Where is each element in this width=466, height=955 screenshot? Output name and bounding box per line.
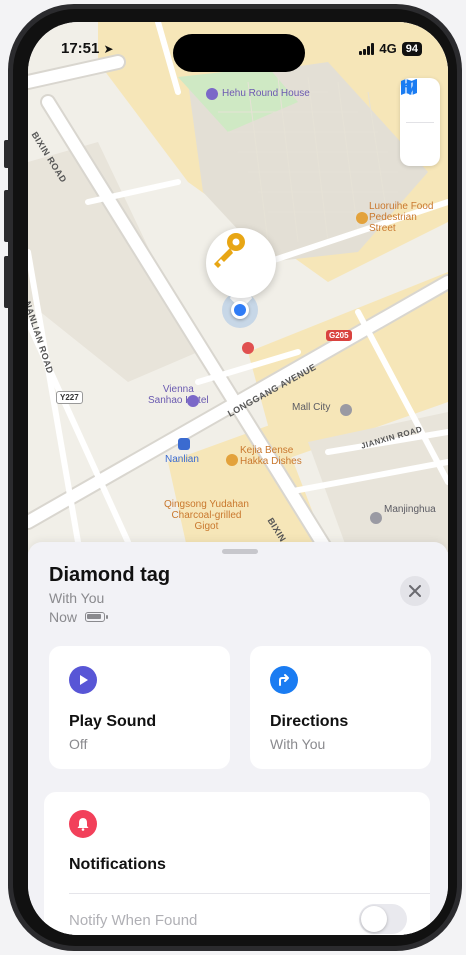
play-icon bbox=[69, 666, 97, 694]
map-controls bbox=[400, 78, 440, 166]
directions-button[interactable]: Directions With You bbox=[250, 646, 431, 769]
item-pin[interactable] bbox=[206, 228, 276, 298]
play-sound-status: Off bbox=[69, 736, 88, 752]
notifications-card: Notifications Notify When Found bbox=[44, 792, 430, 935]
volume-up-button bbox=[4, 190, 10, 242]
item-updated: Now bbox=[49, 609, 78, 625]
map-label-manjinghua[interactable]: Manjinghua bbox=[384, 504, 436, 515]
status-time: 17:51 ➤ bbox=[61, 40, 114, 57]
volume-down-button bbox=[4, 256, 10, 308]
map-view[interactable]: Hehu Round House Luoruihe Food Pedestria… bbox=[28, 22, 448, 552]
item-detail-sheet: Diamond tag With You Now Play Sound Off … bbox=[28, 542, 448, 935]
map-label-kejia[interactable]: Kejia Bense Hakka Dishes bbox=[240, 445, 302, 467]
network-type: 4G bbox=[379, 41, 397, 56]
close-button[interactable] bbox=[400, 576, 430, 606]
item-location: With You bbox=[49, 590, 105, 606]
sheet-grabber[interactable] bbox=[222, 549, 258, 554]
status-indicators: 4G 94 bbox=[359, 41, 422, 56]
dynamic-island bbox=[173, 34, 305, 72]
hotel-pin-icon[interactable] bbox=[187, 395, 199, 407]
hotel-pin-icon[interactable] bbox=[206, 88, 218, 100]
battery-level: 94 bbox=[401, 41, 422, 56]
notifications-divider bbox=[69, 893, 430, 894]
notifications-title: Notifications bbox=[69, 856, 166, 873]
current-location-dot bbox=[231, 301, 249, 319]
shopping-pin-icon[interactable] bbox=[340, 404, 352, 416]
item-name: Diamond tag bbox=[49, 564, 171, 586]
map-label-vienna[interactable]: Vienna Sanhao Hotel bbox=[148, 384, 209, 406]
map-label-qingsong[interactable]: Qingsong Yudahan Charcoal-grilled Gigot bbox=[164, 499, 249, 532]
notify-when-found-label: Notify When Found bbox=[69, 912, 198, 929]
play-sound-button[interactable]: Play Sound Off bbox=[49, 646, 230, 769]
notify-when-found-toggle[interactable] bbox=[359, 904, 407, 934]
signal-icon bbox=[359, 42, 375, 55]
directions-status: With You bbox=[270, 736, 326, 752]
locate-me-button[interactable] bbox=[400, 79, 440, 167]
restaurant-pin-icon[interactable] bbox=[242, 342, 254, 354]
road-badge-y227: Y227 bbox=[56, 391, 83, 404]
location-services-icon: ➤ bbox=[103, 42, 114, 56]
action-button bbox=[4, 140, 10, 168]
road-badge-g205: G205 bbox=[326, 330, 352, 341]
map-label-luoruihe[interactable]: Luoruihe Food Pedestrian Street bbox=[369, 201, 434, 234]
building-pin-icon[interactable] bbox=[370, 512, 382, 524]
location-arrow-icon bbox=[401, 79, 417, 95]
screen: Hehu Round House Luoruihe Food Pedestria… bbox=[28, 22, 448, 935]
food-pin-icon[interactable] bbox=[356, 212, 368, 224]
food-pin-icon[interactable] bbox=[226, 454, 238, 466]
item-battery-icon bbox=[85, 612, 108, 622]
directions-label: Directions bbox=[270, 713, 349, 730]
close-icon bbox=[409, 585, 421, 597]
map-label-hehu[interactable]: Hehu Round House bbox=[222, 88, 310, 99]
map-label-mall-city[interactable]: Mall City bbox=[292, 402, 330, 413]
transit-icon[interactable] bbox=[178, 438, 190, 450]
directions-icon bbox=[270, 666, 298, 694]
play-sound-label: Play Sound bbox=[69, 713, 157, 730]
map-label-nanlian[interactable]: Nanlian bbox=[165, 454, 199, 465]
bell-icon bbox=[69, 810, 97, 838]
key-icon bbox=[214, 233, 245, 268]
